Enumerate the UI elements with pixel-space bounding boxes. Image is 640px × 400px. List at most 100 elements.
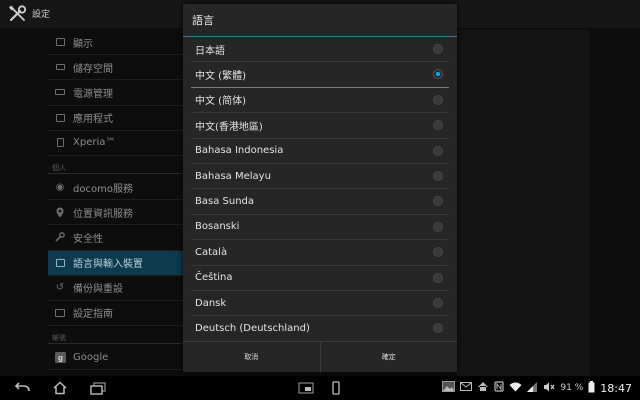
settings-item-security[interactable]: 安全性	[48, 225, 196, 251]
settings-item-label: docomo服務	[73, 183, 133, 195]
svg-text:g: g	[58, 353, 63, 362]
language-option-label: Čeština	[195, 272, 233, 284]
cancel-button[interactable]: 取消	[183, 342, 320, 372]
small-app-window-icon[interactable]	[296, 380, 316, 396]
settings-item-docomo-service[interactable]: ◉ docomo服務	[48, 175, 196, 201]
radio-button[interactable]	[433, 120, 443, 131]
radio-button[interactable]	[433, 247, 443, 258]
page-title: 設定	[32, 10, 51, 20]
language-option-label: Català	[195, 246, 228, 258]
settings-item-label: 應用程式	[73, 114, 113, 126]
language-option[interactable]: Bosanski	[191, 215, 449, 241]
security-icon	[52, 229, 68, 245]
radio-button[interactable]	[433, 196, 443, 207]
wifi-icon	[509, 382, 522, 395]
nfc-icon	[494, 381, 505, 395]
dialog-button-bar: 取消 確定	[183, 341, 457, 372]
settings-item-label: 位置資訊服務	[73, 208, 133, 220]
google-icon: g	[52, 349, 68, 365]
battery-level: 91 %	[560, 383, 584, 393]
language-option-label: Dansk	[195, 297, 227, 309]
dialog-title: 語言	[183, 4, 457, 37]
radio-button[interactable]	[433, 323, 443, 334]
radio-button[interactable]	[433, 272, 443, 283]
language-option[interactable]: 日本語	[191, 37, 449, 63]
small-app-phone-icon[interactable]	[326, 380, 346, 396]
language-option-label: Basa Sunda	[195, 196, 255, 208]
ok-button[interactable]: 確定	[319, 342, 458, 372]
section-header-accounts: 帳號	[48, 326, 196, 345]
radio-button[interactable]	[433, 170, 443, 181]
settings-item-google[interactable]: g Google	[48, 345, 196, 371]
radio-button[interactable]	[433, 221, 443, 232]
radio-button[interactable]	[433, 94, 443, 105]
language-option-label: Bahasa Indonesia	[195, 145, 284, 157]
location-icon	[52, 204, 68, 220]
mail-icon	[460, 382, 473, 394]
language-option[interactable]: 中文 (简体)	[191, 88, 449, 114]
settings-item-label: Google	[73, 351, 109, 363]
settings-item-power[interactable]: 電源管理	[48, 80, 196, 106]
settings-item-apps[interactable]: 應用程式	[48, 106, 196, 131]
language-option-label: 日本語	[195, 45, 225, 57]
language-option-label: Bahasa Melayu	[195, 170, 271, 182]
settings-list: 顯示 儲存空間 電源管理 應用程式 Xperia™ 個人 ◉ docomo服務 …	[48, 30, 196, 376]
language-option-label: Bosanski	[195, 221, 240, 233]
language-option[interactable]: Čeština	[191, 266, 449, 291]
language-list[interactable]: 日本語中文 (繁體) 中文 (简体) 中文(香港地區) Bahasa Indonesi…	[183, 37, 457, 342]
apps-icon	[52, 110, 68, 126]
clock: 18:47	[600, 381, 632, 395]
section-header-personal: 個人	[48, 156, 196, 174]
battery-icon	[52, 84, 68, 100]
language-option[interactable]: Dansk	[191, 291, 449, 317]
settings-item-label: 儲存空間	[73, 63, 113, 75]
language-option[interactable]: Deutsch (Deutschland)	[191, 316, 449, 342]
home-icon[interactable]	[50, 380, 70, 396]
status-area[interactable]: 91 % 18:47	[442, 380, 632, 396]
settings-item-label: 語言與輸入裝置	[73, 259, 143, 271]
settings-item-label: 安全性	[73, 233, 103, 245]
language-option[interactable]: Bahasa Indonesia	[191, 139, 449, 164]
settings-item-language-input[interactable]: 語言與輸入裝置	[48, 250, 196, 276]
xperia-icon	[52, 135, 68, 151]
storage-icon	[52, 59, 68, 75]
signal-icon	[527, 381, 538, 395]
settings-item-setup-guide[interactable]: 設定指南	[48, 301, 196, 327]
settings-item-label: 顯示	[73, 38, 93, 50]
language-option-label: 中文 (简体)	[195, 96, 246, 108]
language-option[interactable]: Bahasa Melayu	[191, 164, 449, 190]
language-option[interactable]: 中文 (繁體)	[191, 62, 449, 88]
language-option[interactable]: Basa Sunda	[191, 189, 449, 215]
language-icon	[52, 255, 68, 271]
settings-item-backup-reset[interactable]: ↺ 備份與重設	[48, 276, 196, 301]
settings-item-location[interactable]: 位置資訊服務	[48, 200, 196, 226]
settings-item-label: 設定指南	[73, 309, 113, 321]
settings-item-label: 電源管理	[73, 88, 113, 100]
back-icon[interactable]	[12, 380, 32, 396]
radio-button[interactable]	[433, 145, 443, 156]
screen: 設定 顯示 儲存空間 電源管理 應用程式 Xperia™ 個人 ◉ docomo…	[0, 0, 640, 376]
recent-apps-icon[interactable]	[88, 380, 108, 396]
guide-icon	[52, 305, 68, 321]
docomo-service-icon: ◉	[55, 181, 65, 193]
radio-button-selected[interactable]	[433, 69, 443, 80]
backup-icon: ↺	[55, 282, 65, 294]
language-option-label: 中文(香港地區)	[195, 121, 263, 133]
language-option-label: Deutsch (Deutschland)	[195, 322, 310, 334]
display-icon	[52, 34, 68, 50]
radio-button[interactable]	[433, 44, 443, 54]
settings-tools-icon[interactable]	[8, 5, 28, 23]
system-bar: 91 % 18:47	[0, 376, 640, 400]
language-option-label: 中文 (繁體)	[195, 71, 246, 83]
settings-item-xperia[interactable]: Xperia™	[48, 131, 196, 156]
settings-item-storage[interactable]: 儲存空間	[48, 55, 196, 81]
language-option[interactable]: Català	[191, 240, 449, 266]
home-network-icon	[477, 381, 489, 395]
settings-item-label: Xperia™	[73, 137, 116, 149]
settings-item-display[interactable]: 顯示	[48, 30, 196, 56]
radio-button[interactable]	[433, 297, 443, 308]
language-dialog: 語言 日本語中文 (繁體) 中文 (简体) 中文(香港地區) Bahasa Indon…	[183, 4, 457, 372]
battery-status-icon	[588, 380, 595, 396]
settings-item-label: 備份與重設	[73, 284, 123, 296]
language-option[interactable]: 中文(香港地區)	[191, 113, 449, 139]
